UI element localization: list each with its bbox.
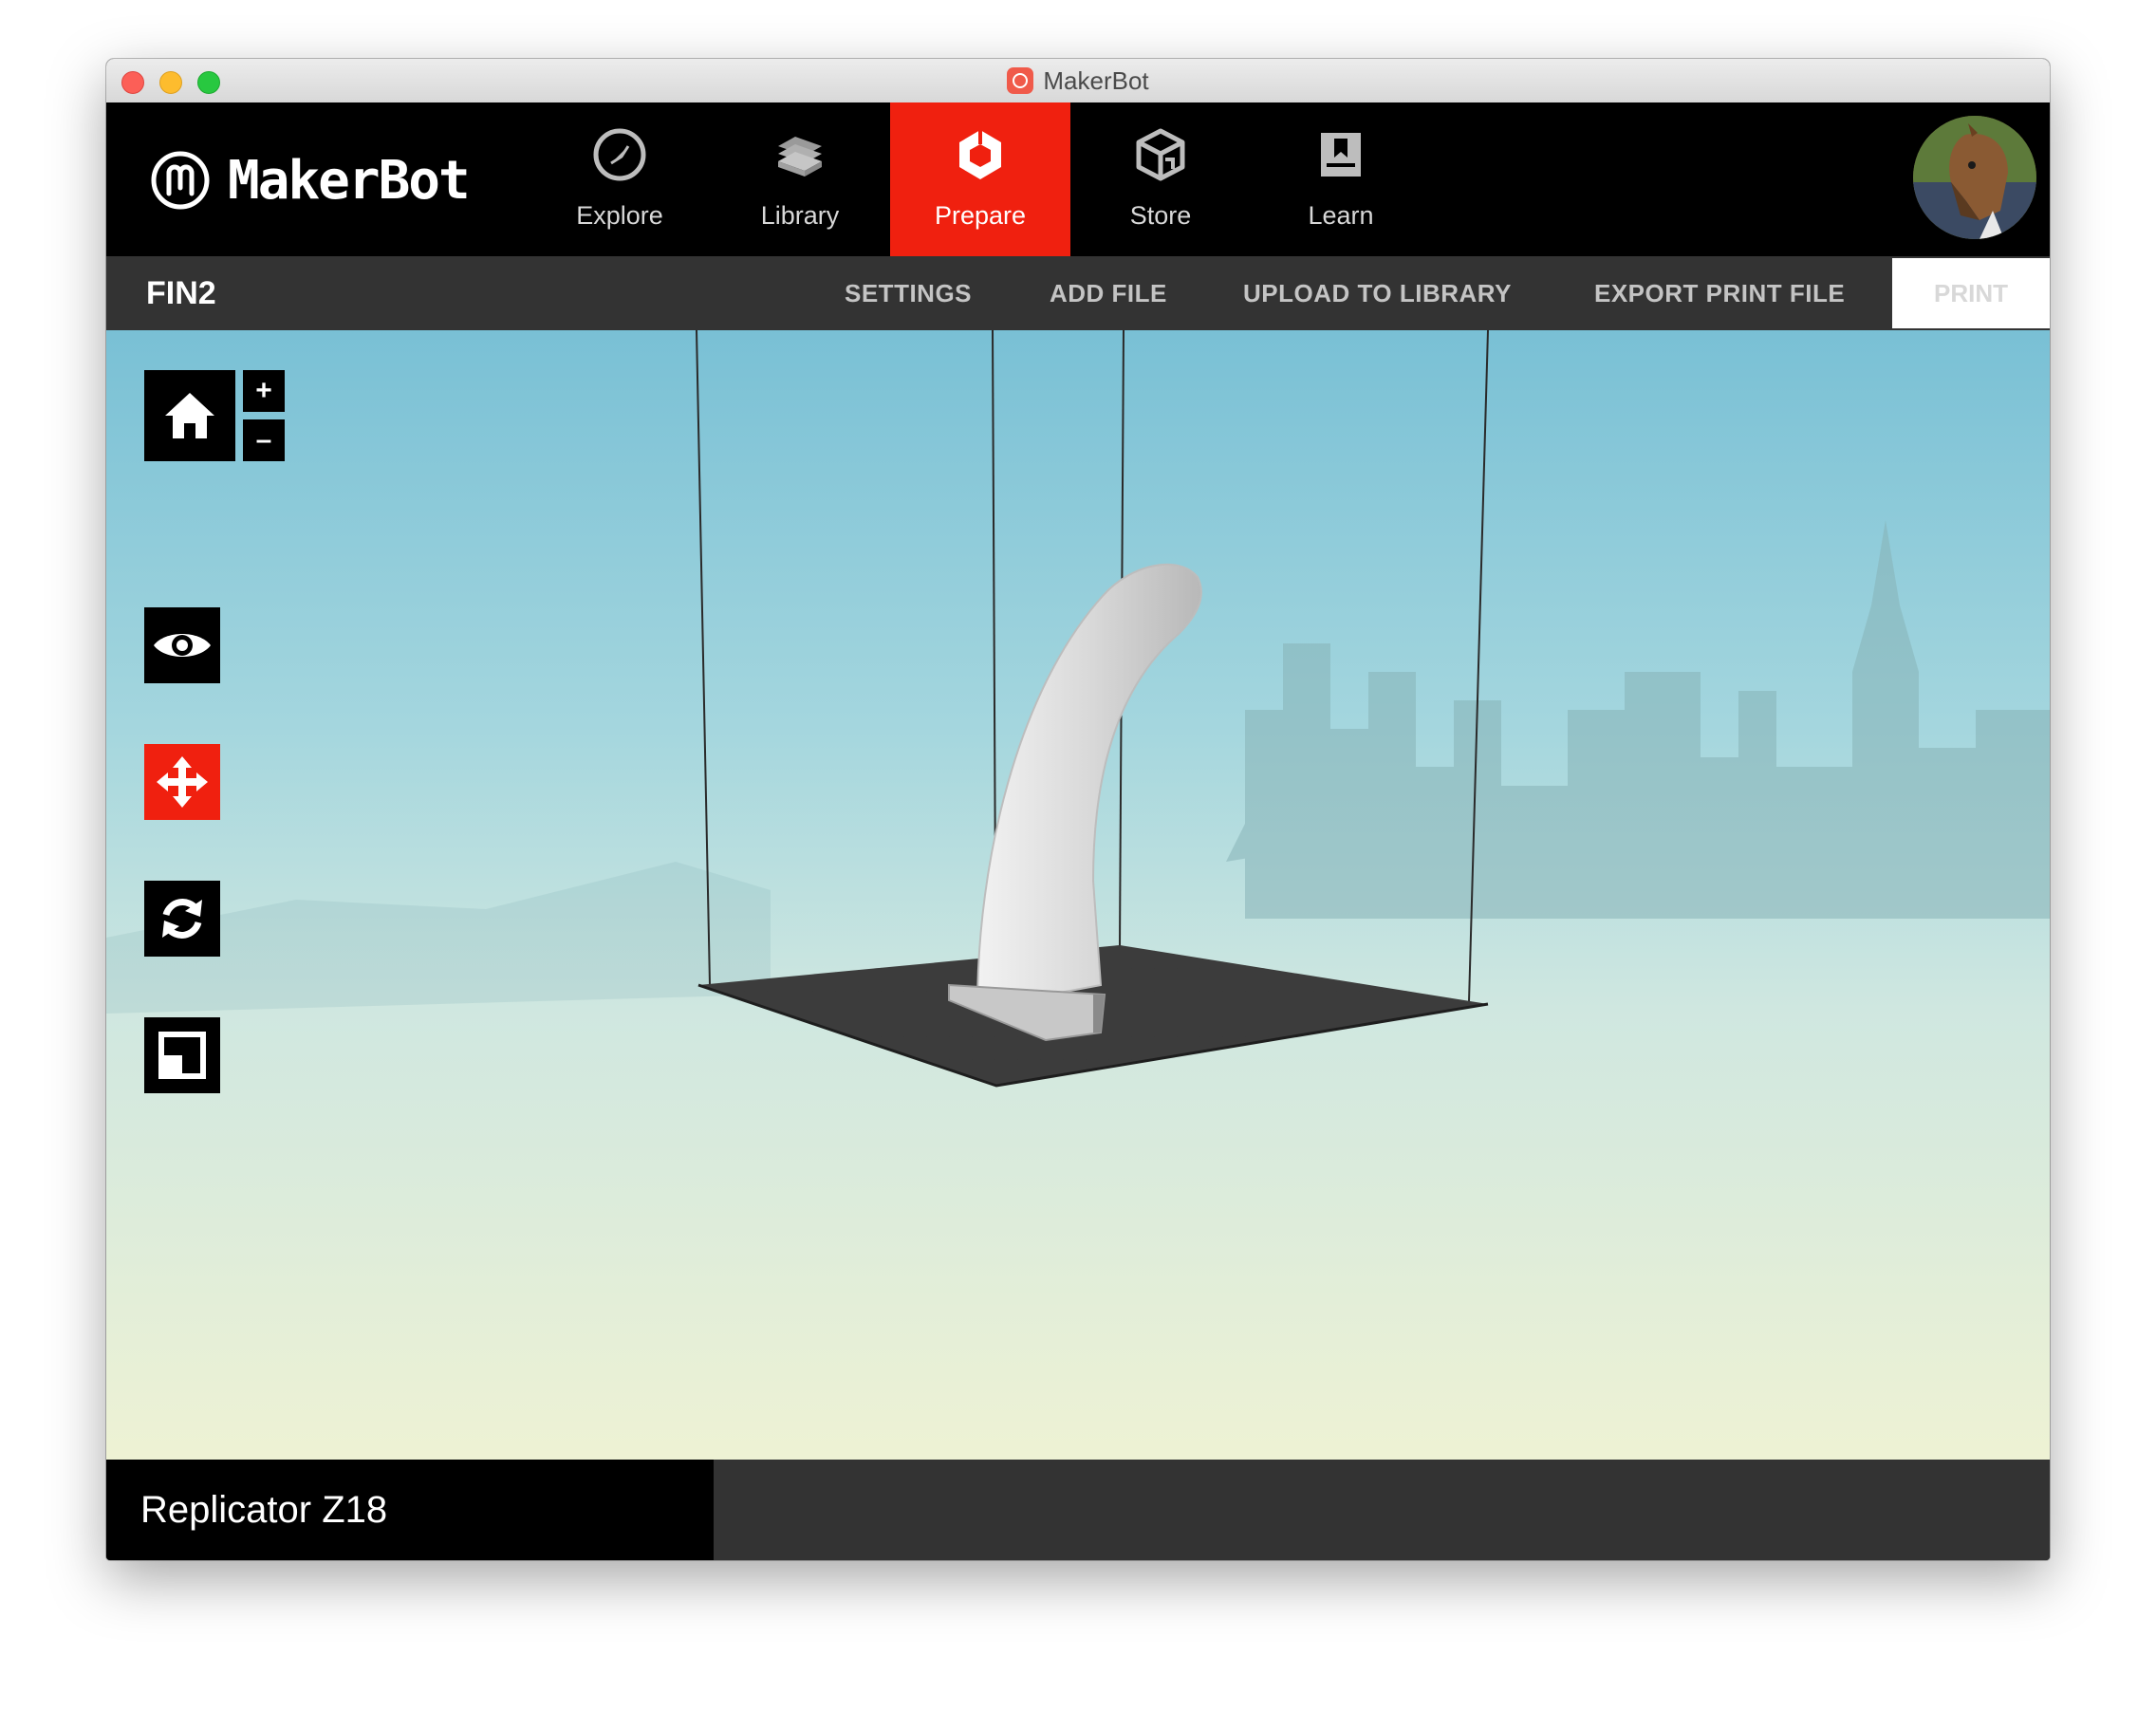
main-nav-bar: MakerBot Explore Library Prepare Store L… [106,102,2050,256]
printer-name: Replicator Z18 [140,1489,388,1531]
rotate-tool-button[interactable] [144,881,220,957]
nav-tab-explore[interactable]: Explore [530,102,710,256]
rotate-icon [162,899,202,939]
3d-viewport[interactable]: + – [106,330,2050,1460]
nav-tab-store[interactable]: Store [1070,102,1251,256]
settings-button[interactable]: SETTINGS [845,256,972,330]
makerbot-logo-icon [151,151,210,210]
nav-tab-library[interactable]: Library [710,102,890,256]
zoom-out-button[interactable]: – [243,419,285,461]
printer-selector[interactable]: Replicator Z18 [106,1460,714,1560]
scale-icon [158,1032,206,1079]
makerbot-logo[interactable]: MakerBot [150,149,471,212]
status-bar: Replicator Z18 [106,1460,2050,1560]
export-print-file-button[interactable]: EXPORT PRINT FILE [1594,256,1845,330]
window-title: MakerBot [1043,65,1149,95]
zoom-in-button[interactable]: + [243,370,285,412]
user-avatar[interactable] [1913,116,2036,239]
move-tool-button[interactable] [144,744,220,820]
title-bar: MakerBot [106,59,2050,103]
nav-label-learn: Learn [1308,201,1374,230]
app-window: MakerBot MakerBot Explore Library Prepar… [106,59,2050,1560]
nav-label-store: Store [1129,201,1192,230]
makerbot-app-icon [1007,67,1034,94]
book-icon [1321,133,1361,177]
library-stack-icon [778,137,822,177]
add-file-button[interactable]: ADD FILE [1050,256,1167,330]
compass-icon [593,128,646,181]
print-button[interactable]: PRINT [1892,258,2050,328]
home-icon [165,393,214,438]
build-scene [106,330,2050,1088]
scale-tool-button[interactable] [144,1017,220,1093]
avatar-image [1913,116,2036,239]
nav-tab-prepare[interactable]: Prepare [890,102,1070,256]
project-name: FIN2 [146,275,216,311]
view-tool-button[interactable] [144,607,220,683]
prepare-hexagon-icon [959,130,1001,179]
nav-tab-learn[interactable]: Learn [1251,102,1431,256]
move-arrows-icon [157,756,208,808]
logo-text: MakerBot [228,149,471,212]
cube-icon [1136,128,1185,181]
nav-label-prepare: Prepare [934,201,1027,230]
nav-label-explore: Explore [576,201,663,230]
upload-to-library-button[interactable]: UPLOAD TO LIBRARY [1243,256,1512,330]
nav-label-library: Library [760,201,840,230]
home-view-button[interactable] [144,370,235,461]
eye-icon [154,634,211,657]
project-toolbar: FIN2 SETTINGS ADD FILE UPLOAD TO LIBRARY… [106,256,2050,330]
